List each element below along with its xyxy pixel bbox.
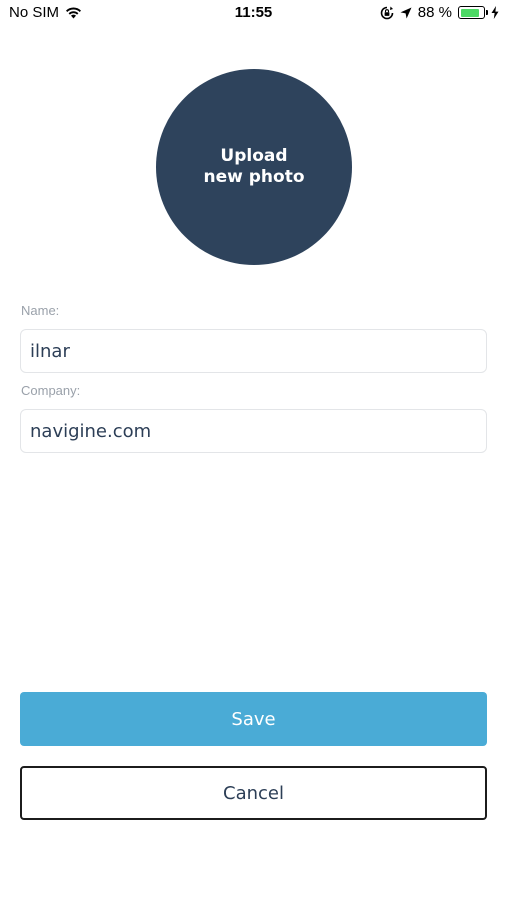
cancel-button-label: Cancel bbox=[223, 782, 284, 804]
save-button-label: Save bbox=[231, 708, 276, 730]
battery-icon bbox=[458, 6, 488, 19]
cancel-button[interactable]: Cancel bbox=[20, 766, 487, 820]
upload-photo-button[interactable]: Upload new photo bbox=[156, 69, 352, 265]
save-button[interactable]: Save bbox=[20, 692, 487, 746]
name-label: Name: bbox=[21, 303, 60, 318]
rotation-lock-icon bbox=[380, 6, 394, 20]
battery-level-fill bbox=[460, 8, 479, 17]
company-input[interactable] bbox=[20, 409, 487, 453]
location-arrow-icon bbox=[400, 7, 412, 19]
status-bar: No SIM 11:55 88 % bbox=[0, 0, 507, 28]
name-input[interactable] bbox=[20, 329, 487, 373]
charging-bolt-icon bbox=[491, 6, 499, 19]
battery-percent: 88 % bbox=[417, 4, 452, 21]
status-bar-right: 88 % bbox=[380, 4, 499, 21]
upload-photo-label: Upload new photo bbox=[203, 146, 305, 187]
company-label: Company: bbox=[21, 383, 81, 398]
